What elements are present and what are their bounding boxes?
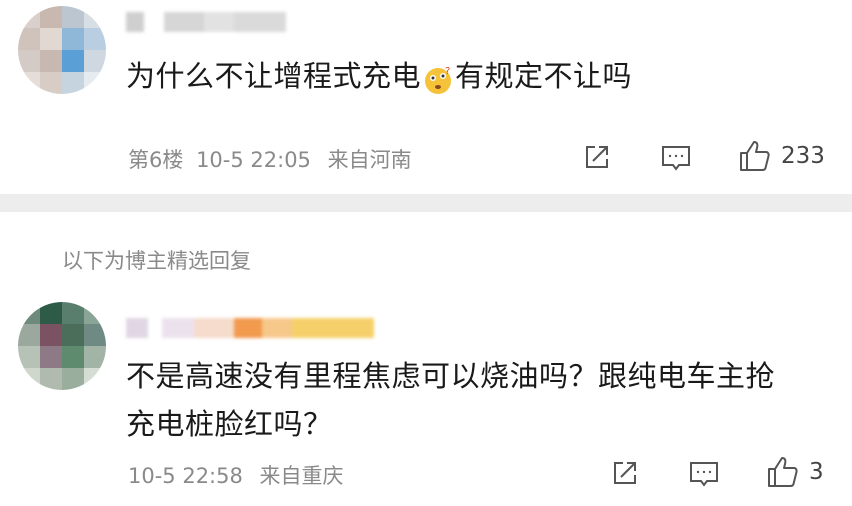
reply-like-button[interactable]: 3 — [765, 455, 824, 489]
reply-text-line1: 不是高速没有里程焦虑可以烧油吗？跟纯电车主抢 — [126, 359, 776, 393]
reply-avatar[interactable] — [18, 302, 106, 390]
like-count: 233 — [781, 143, 825, 169]
comment-text: 为什么不让增程式充电 ? 有规定不让吗 — [126, 52, 632, 100]
timestamp: 10-5 22:58 — [128, 464, 243, 488]
thinking-face-icon: ? — [423, 61, 453, 94]
svg-text:?: ? — [445, 66, 451, 77]
reply-share-button[interactable] — [610, 458, 642, 488]
timestamp: 10-5 22:05 — [196, 148, 311, 172]
section-divider — [0, 194, 852, 212]
reply-username[interactable] — [126, 318, 374, 338]
location: 来自河南 — [327, 148, 412, 172]
username[interactable] — [126, 12, 286, 32]
reply-comment-button[interactable] — [688, 460, 722, 490]
avatar[interactable] — [18, 6, 106, 94]
comment-icon — [690, 462, 718, 487]
reply-meta: 10-5 22:58 来自重庆 — [128, 460, 344, 490]
reply-text-line2: 充电桩脸红吗？ — [126, 407, 333, 441]
share-icon — [586, 146, 608, 168]
reply-text: 不是高速没有里程焦虑可以烧油吗？跟纯电车主抢 充电桩脸红吗？ — [126, 352, 836, 448]
share-icon — [614, 462, 636, 484]
share-button[interactable] — [582, 142, 614, 172]
like-button[interactable]: 233 — [737, 139, 825, 173]
floor-number: 第6楼 — [128, 148, 184, 172]
comment-text-part1: 为什么不让增程式充电 — [126, 59, 422, 93]
location: 来自重庆 — [259, 464, 344, 488]
comment-text-part2: 有规定不让吗 — [455, 59, 633, 93]
thumbs-up-icon — [768, 457, 798, 487]
comment-button[interactable] — [660, 144, 694, 174]
thumbs-up-icon — [740, 141, 770, 171]
section-label: 以下为博主精选回复 — [62, 249, 251, 273]
comment-icon — [662, 146, 690, 171]
comment-meta: 第6楼 10-5 22:05 来自河南 — [128, 144, 412, 174]
like-count: 3 — [809, 459, 824, 485]
